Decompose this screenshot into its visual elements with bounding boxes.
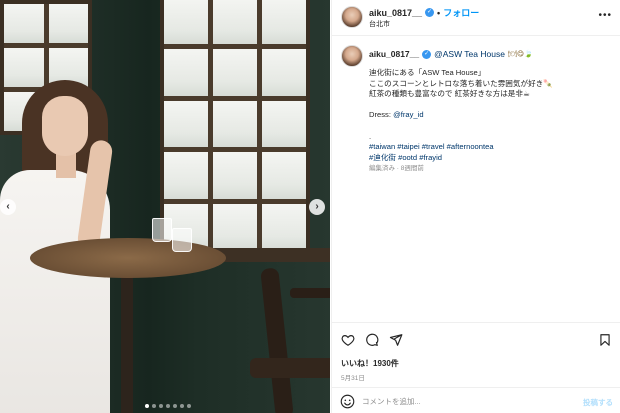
caption-area: aiku_0817__ ✓ @ASW Tea House 🍽😋🍃 迪化街にある「…	[332, 37, 620, 322]
dress-credit: Dress: @fray_id	[369, 110, 609, 121]
emoji-icon[interactable]	[340, 394, 355, 409]
post-actions: いいね！1930件 5月31日 投稿する	[332, 322, 620, 413]
carousel-next-button[interactable]: ›	[309, 199, 325, 215]
table-top	[30, 238, 226, 278]
caption-meta: 編集済み · 8週間前	[369, 165, 424, 173]
bookmark-icon[interactable]	[597, 332, 613, 348]
comment-icon[interactable]	[364, 332, 380, 348]
more-options-icon[interactable]: •••	[598, 10, 612, 21]
post-location[interactable]: 台北市	[369, 19, 390, 29]
verified-badge-icon: ✓	[422, 49, 432, 59]
post-comment-button[interactable]: 投稿する	[583, 397, 613, 408]
carousel-dot	[187, 404, 191, 408]
photo-window-right	[160, 0, 310, 254]
carousel-prev-button[interactable]: ‹	[0, 199, 16, 215]
comment-input[interactable]	[362, 393, 562, 410]
follow-button[interactable]: フォロー	[443, 6, 479, 19]
caption-line: 紅茶の種類も豊富なので 紅茶好きな方は是非☕	[369, 89, 530, 99]
comment-row: 投稿する	[332, 387, 620, 413]
share-icon[interactable]	[388, 332, 404, 348]
caption-username[interactable]: aiku_0817__	[369, 49, 419, 59]
dress-link[interactable]: @fray_id	[393, 110, 424, 119]
hashtag-line[interactable]: #taiwan #taipei #travel #afternoontea	[369, 142, 609, 153]
hashtag-line[interactable]: #迪化街 #ootd #frayid	[369, 153, 609, 164]
header-user-row: aiku_0817__ ✓ • フォロー	[369, 6, 479, 19]
caption-line: 迪化街にある「ASW Tea House」	[369, 68, 486, 77]
carousel-dot	[145, 404, 149, 408]
caption-emojis: 🍽😋🍃	[507, 51, 533, 58]
water-glass	[152, 218, 172, 242]
verified-badge-icon: ✓	[425, 8, 435, 17]
dress-label: Dress:	[369, 110, 394, 120]
water-glass	[172, 228, 192, 252]
caption-avatar[interactable]	[341, 45, 363, 67]
caption-body: 迪化街にある「ASW Tea House」 ここのスコーンとレトロな落ち着いた雰…	[369, 68, 609, 175]
author-username[interactable]: aiku_0817__	[369, 8, 422, 18]
caption-header: aiku_0817__ ✓ @ASW Tea House 🍽😋🍃	[369, 49, 533, 59]
like-count[interactable]: いいね！1930件	[341, 358, 399, 369]
caption-line: ここのスコーンとレトロな落ち着いた雰囲気が好き🍡	[369, 78, 553, 88]
post-side-panel: aiku_0817__ ✓ • フォロー 台北市 ••• aiku_0817__…	[331, 0, 620, 413]
table-leg	[121, 270, 133, 413]
post-header: aiku_0817__ ✓ • フォロー 台北市 •••	[332, 0, 620, 36]
author-avatar[interactable]	[341, 6, 363, 28]
photo-subject-face	[42, 96, 88, 156]
post-date[interactable]: 5月31日	[341, 372, 365, 382]
caption-dot: .	[369, 131, 372, 141]
carousel-indicator	[145, 404, 191, 408]
carousel-dot	[159, 404, 163, 408]
heart-icon[interactable]	[340, 332, 356, 348]
header-separator: •	[437, 7, 441, 18]
carousel-dot	[173, 404, 177, 408]
post-photo[interactable]: ‹ ›	[0, 0, 330, 413]
caption-tag-link[interactable]: @ASW Tea House	[434, 49, 505, 59]
carousel-dot	[180, 404, 184, 408]
carousel-dot	[166, 404, 170, 408]
photo-chair	[250, 267, 330, 413]
carousel-dot	[152, 404, 156, 408]
